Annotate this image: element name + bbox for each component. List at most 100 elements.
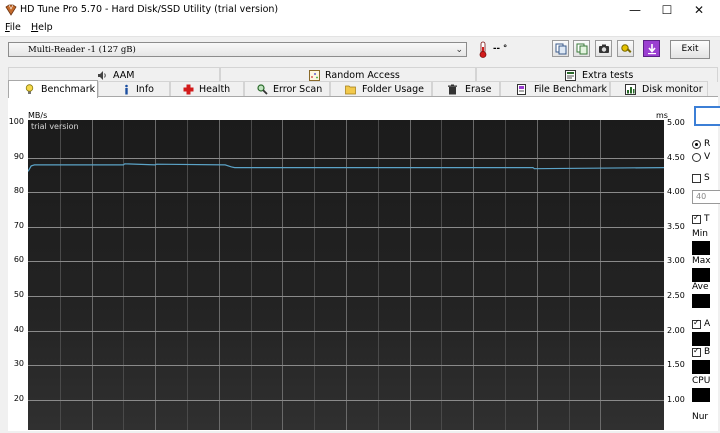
start-button[interactable] bbox=[694, 106, 720, 126]
chevron-down-icon: ⌄ bbox=[455, 45, 463, 55]
average-value-box bbox=[692, 294, 710, 308]
tab-health-label: Health bbox=[199, 84, 231, 95]
benchmark-bulb-icon bbox=[25, 84, 34, 94]
read-radio-dot bbox=[695, 143, 698, 146]
tab-disk-monitor-label: Disk monitor bbox=[642, 84, 703, 95]
tab-health[interactable]: Health bbox=[170, 81, 244, 96]
drive-select[interactable]: Multi-Reader -1 (127 gB) ⌄ bbox=[8, 42, 467, 57]
read-radio-label: R bbox=[704, 139, 711, 149]
disk-monitor-icon bbox=[625, 84, 636, 95]
access-time-label: A bbox=[704, 319, 711, 329]
tab-file-benchmark-label: File Benchmark bbox=[534, 84, 608, 95]
average-label: Ave bbox=[692, 282, 709, 292]
burst-rate-label: B bbox=[704, 347, 711, 357]
number-label: Nur bbox=[692, 412, 709, 422]
write-radio[interactable] bbox=[692, 153, 701, 162]
copy-all-button[interactable] bbox=[573, 40, 590, 57]
tab-benchmark[interactable]: Benchmark bbox=[8, 80, 98, 98]
benchmark-chart: trial version bbox=[27, 120, 665, 430]
tab-info[interactable]: Info bbox=[98, 81, 170, 96]
app-logo-icon bbox=[5, 4, 17, 16]
menu-bar: File Help bbox=[0, 20, 720, 37]
max-label: Max bbox=[692, 256, 711, 266]
file-benchmark-icon bbox=[517, 84, 526, 95]
temperature-value: -- bbox=[493, 44, 504, 54]
close-button[interactable]: ✕ bbox=[682, 0, 716, 20]
y-axis-left-tick: 80 bbox=[13, 186, 24, 196]
temperature-unit: ° bbox=[503, 44, 508, 54]
options-button[interactable] bbox=[617, 40, 634, 57]
folder-icon bbox=[345, 85, 356, 95]
min-value-box bbox=[692, 241, 710, 255]
tab-error-scan-label: Error Scan bbox=[273, 84, 323, 95]
y-axis-left-tick: 90 bbox=[13, 151, 24, 161]
temperature-readout: -- ° bbox=[493, 44, 507, 54]
tab-folder-usage[interactable]: Folder Usage bbox=[330, 81, 432, 96]
menu-file[interactable]: File bbox=[5, 22, 21, 33]
magnifier-icon bbox=[257, 84, 268, 95]
copy-all-icon bbox=[576, 43, 588, 55]
trash-icon bbox=[448, 84, 457, 95]
short-stroke-checkbox[interactable] bbox=[692, 174, 701, 183]
random-access-icon bbox=[309, 70, 320, 81]
health-cross-icon bbox=[183, 84, 194, 95]
y-axis-right-tick: 1.00 bbox=[667, 394, 685, 404]
toolbar: Multi-Reader -1 (127 gB) ⌄ -- ° Exit bbox=[0, 37, 720, 63]
short-stroke-value: 40 bbox=[696, 192, 707, 201]
y-axis-left-tick: 70 bbox=[13, 220, 24, 230]
access-time-checkbox[interactable]: ✓ bbox=[692, 318, 701, 329]
y-axis-right-tick: 3.50 bbox=[667, 221, 685, 231]
info-icon bbox=[125, 84, 128, 95]
screenshot-button[interactable] bbox=[595, 40, 612, 57]
checkmark-icon: ✓ bbox=[693, 318, 700, 327]
y-axis-right-tick: 4.00 bbox=[667, 187, 685, 197]
camera-icon bbox=[599, 44, 609, 53]
tab-file-benchmark[interactable]: File Benchmark bbox=[500, 81, 610, 96]
tab-folder-usage-label: Folder Usage bbox=[362, 84, 424, 95]
tab-erase[interactable]: Erase bbox=[432, 81, 500, 96]
checkmark-icon: ✓ bbox=[693, 346, 700, 355]
tab-disk-monitor[interactable]: Disk monitor bbox=[610, 81, 708, 96]
tools-icon bbox=[621, 44, 632, 53]
tab-extra-tests[interactable]: Extra tests bbox=[476, 67, 718, 82]
y-axis-right-tick: 5.00 bbox=[667, 118, 685, 127]
y-axis-right-tick: 3.00 bbox=[667, 256, 685, 266]
y-axis-left-tick: 30 bbox=[13, 359, 24, 369]
window-title: HD Tune Pro 5.70 - Hard Disk/SSD Utility… bbox=[20, 4, 279, 15]
exit-button[interactable]: Exit bbox=[670, 40, 710, 59]
y-axis-right-tick: 1.50 bbox=[667, 360, 685, 370]
burst-rate-box bbox=[692, 360, 710, 374]
thermometer-icon bbox=[479, 41, 487, 58]
y-axis-right-tick: 2.00 bbox=[667, 325, 685, 335]
maximize-button[interactable]: ☐ bbox=[650, 0, 684, 20]
read-radio[interactable] bbox=[692, 140, 701, 149]
download-arrow-icon bbox=[648, 44, 656, 55]
tab-benchmark-label: Benchmark bbox=[41, 84, 96, 95]
menu-file-label: ile bbox=[9, 22, 21, 33]
transfer-rate-label: T bbox=[704, 214, 710, 224]
y-axis-right-tick: 4.50 bbox=[667, 152, 685, 162]
menu-help[interactable]: Help bbox=[31, 22, 53, 33]
extra-tests-icon bbox=[565, 70, 576, 81]
max-value-box bbox=[692, 268, 710, 282]
tab-info-label: Info bbox=[136, 84, 154, 95]
chart-watermark: trial version bbox=[31, 122, 79, 131]
transfer-rate-checkbox[interactable]: ✓ bbox=[692, 213, 701, 224]
y-axis-left-tick: 40 bbox=[13, 324, 24, 334]
y-axis-left-tick: 100 bbox=[8, 117, 24, 126]
tab-random-access[interactable]: Random Access bbox=[220, 67, 476, 82]
y-axis-right-tick: 2.50 bbox=[667, 291, 685, 300]
tab-error-scan[interactable]: Error Scan bbox=[244, 81, 330, 96]
cpu-usage-box bbox=[692, 388, 710, 402]
y-axis-left-tick: 50 bbox=[13, 290, 24, 299]
burst-rate-checkbox[interactable]: ✓ bbox=[692, 346, 701, 357]
short-stroke-label: S bbox=[704, 173, 710, 183]
copy-text-button[interactable] bbox=[552, 40, 569, 57]
short-stroke-input[interactable]: 40 bbox=[692, 190, 720, 204]
min-label: Min bbox=[692, 229, 708, 239]
drive-select-value: Multi-Reader -1 (127 gB) bbox=[28, 45, 136, 55]
write-radio-label: V bbox=[704, 152, 711, 162]
access-time-box bbox=[692, 332, 710, 346]
minimize-button[interactable]: — bbox=[618, 0, 652, 20]
save-button[interactable] bbox=[643, 40, 660, 57]
